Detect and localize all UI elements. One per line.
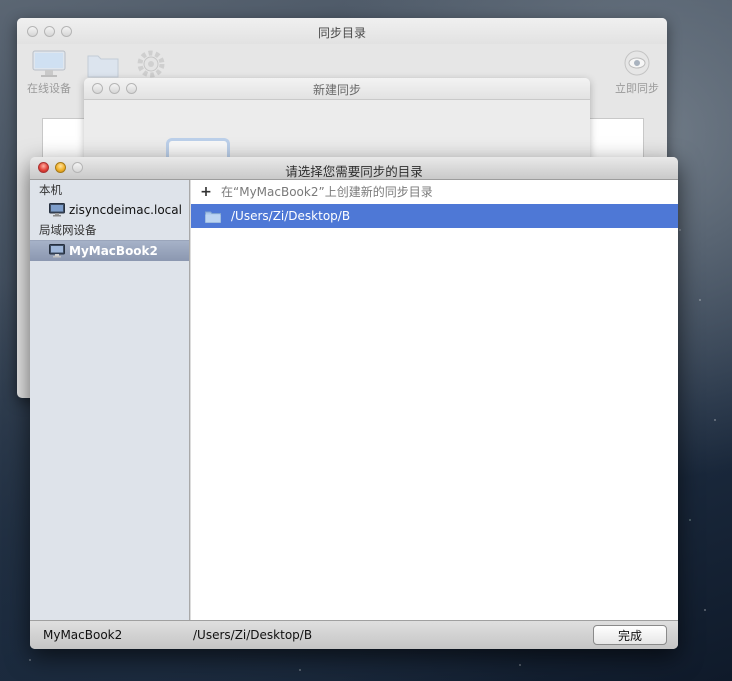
sidebar-item-zisyncdeimac[interactable]: zisyncdeimac.local: [30, 200, 189, 220]
online-devices-label: 在线设备: [27, 82, 71, 95]
choose-directory-dialog: 请选择您需要同步的目录 本机 zisyncdeimac.local 局域网设备 …: [30, 157, 678, 649]
dialog-statusbar: MyMacBook2 /Users/Zi/Desktop/B 完成: [30, 620, 678, 649]
done-button[interactable]: 完成: [593, 625, 667, 645]
sync-directory-titlebar: 同步目录: [17, 18, 667, 44]
dialog-title: 请选择您需要同步的目录: [285, 164, 423, 179]
sidebar-item-label: MyMacBook2: [69, 244, 158, 258]
directory-row[interactable]: /Users/Zi/Desktop/B: [191, 204, 678, 228]
plus-icon: +: [200, 184, 212, 200]
window-title: 新建同步: [312, 83, 361, 97]
new-sync-titlebar: 新建同步: [84, 78, 590, 100]
folder-icon: [205, 211, 221, 223]
folder-icon: [87, 55, 119, 78]
sync-now-label: 立即同步: [615, 82, 659, 95]
create-sync-directory-label: 在“MyMacBook2”上创建新的同步目录: [221, 185, 433, 199]
device-sidebar: 本机 zisyncdeimac.local 局域网设备 MyMacBook2: [30, 180, 190, 620]
directory-list: + 在“MyMacBook2”上创建新的同步目录 /Users/Zi/Deskt…: [191, 180, 678, 620]
imac-icon: [49, 244, 65, 258]
window-title: 同步目录: [317, 26, 366, 40]
sync-eye-icon: [624, 50, 650, 76]
imac-icon: [32, 50, 66, 77]
selected-path-label: /Users/Zi/Desktop/B: [193, 628, 313, 642]
folder-toolbar-button[interactable]: [87, 50, 119, 81]
create-sync-directory-row[interactable]: + 在“MyMacBook2”上创建新的同步目录: [191, 180, 678, 204]
sidebar-item-label: zisyncdeimac.local: [69, 203, 182, 217]
gear-icon: [137, 50, 165, 78]
directory-path: /Users/Zi/Desktop/B: [231, 209, 351, 223]
sync-now-button[interactable]: 立即同步: [613, 50, 661, 96]
selected-device-label: MyMacBook2: [43, 628, 123, 642]
sidebar-item-mymacbook2[interactable]: MyMacBook2: [30, 240, 189, 261]
sidebar-group-lan: 局域网设备: [39, 223, 97, 237]
online-devices-button[interactable]: 在线设备: [25, 50, 73, 96]
dialog-titlebar: 请选择您需要同步的目录: [30, 157, 678, 180]
imac-icon: [49, 203, 65, 217]
sidebar-group-local: 本机: [39, 183, 62, 197]
